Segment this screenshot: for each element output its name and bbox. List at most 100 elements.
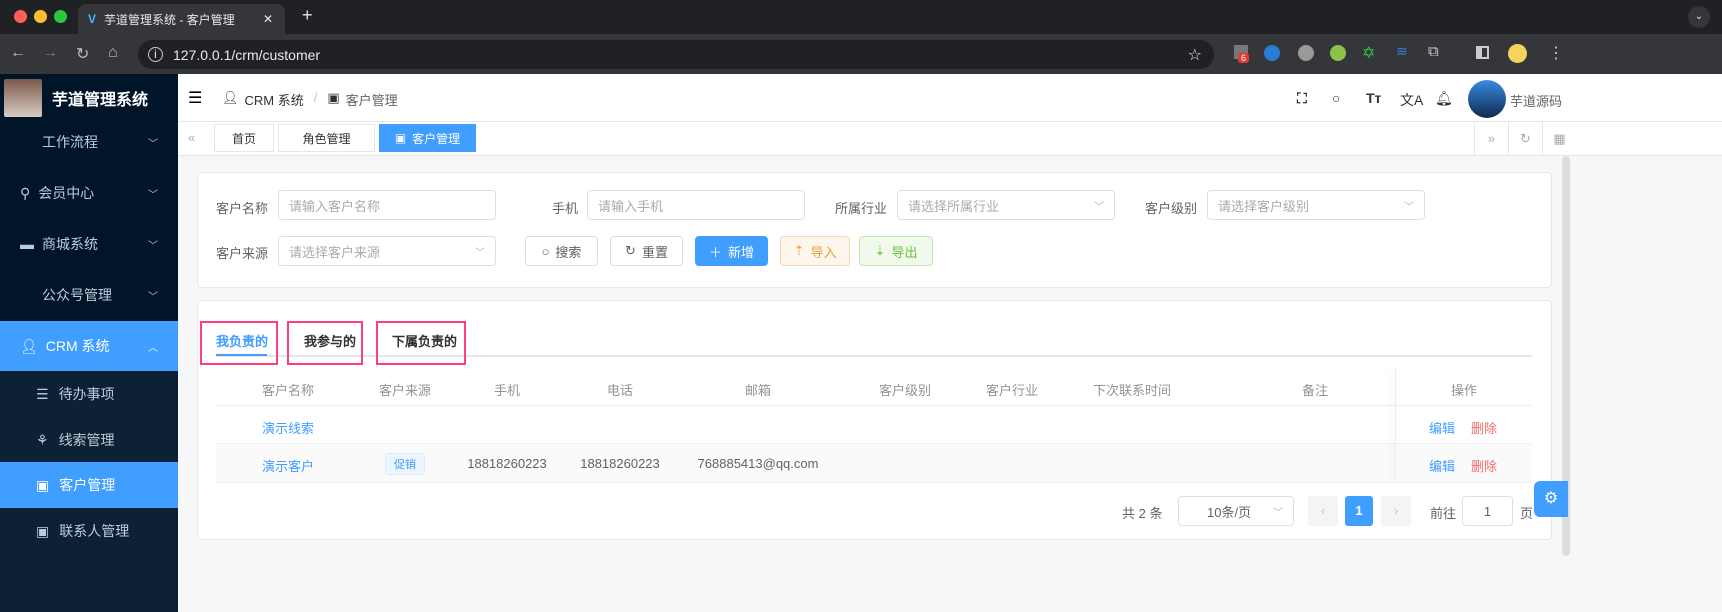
contact-card-icon: ▣ (327, 90, 340, 105)
extensions-puzzle-icon[interactable]: ⧉ (1428, 43, 1439, 60)
plant-icon: ⚘ (36, 431, 49, 448)
goto-label: 前往 (1430, 506, 1457, 521)
forward-icon[interactable]: → (42, 44, 58, 62)
settings-gear-icon[interactable]: ⚙ (1534, 481, 1568, 517)
tag-role[interactable]: 角色管理 (278, 124, 375, 152)
tag-label: 首页 (231, 131, 256, 146)
chevron-down-icon: ﹀ (1404, 201, 1414, 213)
edit-button[interactable]: 编辑 (1429, 456, 1455, 475)
sidebar-item-member[interactable]: ⚲ 会员中心 ﹀ (0, 168, 178, 218)
placeholder: 请选择客户级别 (1218, 198, 1310, 214)
chevron-down-icon: ﹀ (1094, 201, 1104, 213)
industry-select[interactable]: 请选择所属行业 ﹀ (897, 190, 1115, 220)
tag-home[interactable]: 首页 (214, 124, 274, 152)
list-icon: ☰ (36, 385, 49, 402)
extension-badge: 6 (1238, 53, 1250, 63)
mobile-input[interactable]: 请输入手机 (587, 190, 805, 220)
import-button[interactable]: ⇡ 导入 (780, 236, 850, 266)
mobile-label: 手机 (552, 201, 579, 216)
search-button[interactable]: ○ 搜索 (525, 236, 598, 266)
home-icon[interactable]: ⌂ (108, 44, 118, 62)
extension-icon[interactable] (1330, 45, 1346, 61)
tab-search-button[interactable]: ⌄ (1688, 6, 1710, 28)
highlight-box (376, 321, 466, 365)
scroll-right-icon[interactable]: » (1474, 122, 1508, 155)
export-button[interactable]: ⇣ 导出 (859, 236, 933, 266)
minimize-window-button[interactable] (34, 10, 47, 23)
sidebar-item-wechat[interactable]: 公众号管理 ﹀ (0, 270, 178, 320)
browser-menu-icon[interactable]: ⋮ (1548, 43, 1564, 63)
contact-card-icon: ▣ (36, 522, 50, 539)
back-icon[interactable]: ← (10, 44, 26, 62)
url-field[interactable]: i 127.0.0.1/crm/customer ☆ (138, 40, 1214, 69)
scroll-left-icon[interactable]: « (188, 130, 195, 145)
placeholder: 请选择所属行业 (908, 198, 1000, 214)
sidebar-logo[interactable]: 芋道管理系统 (0, 74, 178, 122)
mobile-cell: 18818260223 (467, 456, 547, 471)
collapse-menu-icon[interactable]: ☰ (188, 88, 202, 108)
level-select[interactable]: 请选择客户级别 ﹀ (1207, 190, 1425, 220)
delete-button[interactable]: 删除 (1471, 456, 1497, 475)
app-name: 芋道管理系统 (52, 92, 149, 109)
reload-icon[interactable]: ↻ (76, 44, 89, 64)
side-panel-icon[interactable] (1476, 46, 1489, 59)
upload-icon: ⇡ (793, 243, 805, 258)
customer-name-link[interactable]: 演示线索 (262, 418, 314, 437)
site-info-icon[interactable]: i (148, 47, 163, 62)
customer-name-link[interactable]: 演示客户 (262, 456, 314, 475)
refresh-icon[interactable]: ↻ (1508, 122, 1542, 155)
placeholder: 请选择客户来源 (289, 244, 381, 260)
search-icon[interactable]: ○ (1332, 90, 1340, 106)
grid-menu-icon[interactable]: ▦ (1542, 122, 1576, 155)
bookmark-star-icon[interactable]: ☆ (1188, 45, 1202, 65)
reset-button[interactable]: ↻ 重置 (610, 236, 683, 266)
extension-gem-icon[interactable] (1264, 45, 1280, 61)
chevron-down-icon: ﹀ (148, 240, 158, 252)
add-button[interactable]: ＋ 新增 (695, 236, 768, 266)
maximize-window-button[interactable] (54, 10, 67, 23)
font-size-icon[interactable]: Tт (1366, 90, 1381, 106)
user-avatar[interactable] (1468, 80, 1506, 118)
sidebar-item-todo[interactable]: ☰ 待办事项 (0, 371, 178, 417)
tag-customer[interactable]: ▣ 客户管理 (379, 124, 476, 152)
col-next-contact: 下次联系时间 (1092, 383, 1172, 398)
sidebar-item-customer[interactable]: ▣ 客户管理 (0, 462, 178, 508)
browser-tab[interactable]: V 芋道管理系统 - 客户管理 ✕ (78, 4, 285, 34)
tags-view: « 首页 角色管理 ▣ 客户管理 » ↻ ▦ (178, 122, 1722, 156)
sidebar-item-mall[interactable]: ▬ 商城系统 ﹀ (0, 219, 178, 269)
bell-icon[interactable]: 🔔︎ (1435, 90, 1453, 107)
sidebar-item-workflow[interactable]: 工作流程 ﹀ (0, 117, 178, 167)
industry-label: 所属行业 (835, 201, 888, 216)
close-tab-icon[interactable]: ✕ (263, 12, 273, 26)
breadcrumb-crm[interactable]: CRM 系统 (245, 90, 304, 109)
sidebar-item-clue[interactable]: ⚘ 线索管理 (0, 417, 178, 463)
sidebar: 芋道管理系统 工作流程 ﹀ ⚲ 会员中心 ﹀ ▬ 商城系统 ﹀ 公众号管理 ﹀ 👤︎ CRM … (0, 74, 178, 612)
profile-avatar[interactable] (1508, 44, 1527, 63)
fullscreen-icon[interactable]: ⛶ (1297, 90, 1307, 107)
extension-star-icon[interactable]: ✡ (1362, 43, 1375, 63)
new-tab-button[interactable]: + (302, 5, 313, 26)
extension-icon[interactable]: ≋ (1396, 43, 1408, 60)
customer-name-input[interactable]: 请输入客户名称 (278, 190, 496, 220)
source-select[interactable]: 请选择客户来源 ﹀ (278, 236, 496, 266)
translate-icon[interactable]: 文A (1400, 90, 1423, 110)
page-size-select[interactable]: 10条/页 ﹀ (1178, 496, 1294, 526)
page-1-button[interactable]: 1 (1345, 496, 1373, 526)
username[interactable]: 芋道源码 (1510, 91, 1562, 110)
goto-page-input[interactable]: 1 (1462, 496, 1513, 526)
chevron-down-icon: ﹀ (148, 138, 158, 150)
chevron-down-icon: ﹀ (1273, 507, 1283, 519)
col-name: 客户名称 (261, 383, 315, 398)
menu-label: 联系人管理 (59, 523, 130, 539)
prev-page-button[interactable]: ‹ (1308, 496, 1338, 526)
url-text: 127.0.0.1/crm/customer (173, 46, 321, 63)
placeholder: 请输入手机 (598, 198, 664, 214)
sidebar-item-contact[interactable]: ▣ 联系人管理 (0, 508, 178, 554)
next-page-button[interactable]: › (1381, 496, 1411, 526)
extension-icon[interactable] (1298, 45, 1314, 61)
delete-button[interactable]: 删除 (1471, 418, 1497, 437)
edit-button[interactable]: 编辑 (1429, 418, 1455, 437)
sidebar-item-crm[interactable]: 👤︎ CRM 系统 ︿ (0, 321, 178, 371)
col-source: 客户来源 (378, 383, 432, 398)
close-window-button[interactable] (14, 10, 27, 23)
